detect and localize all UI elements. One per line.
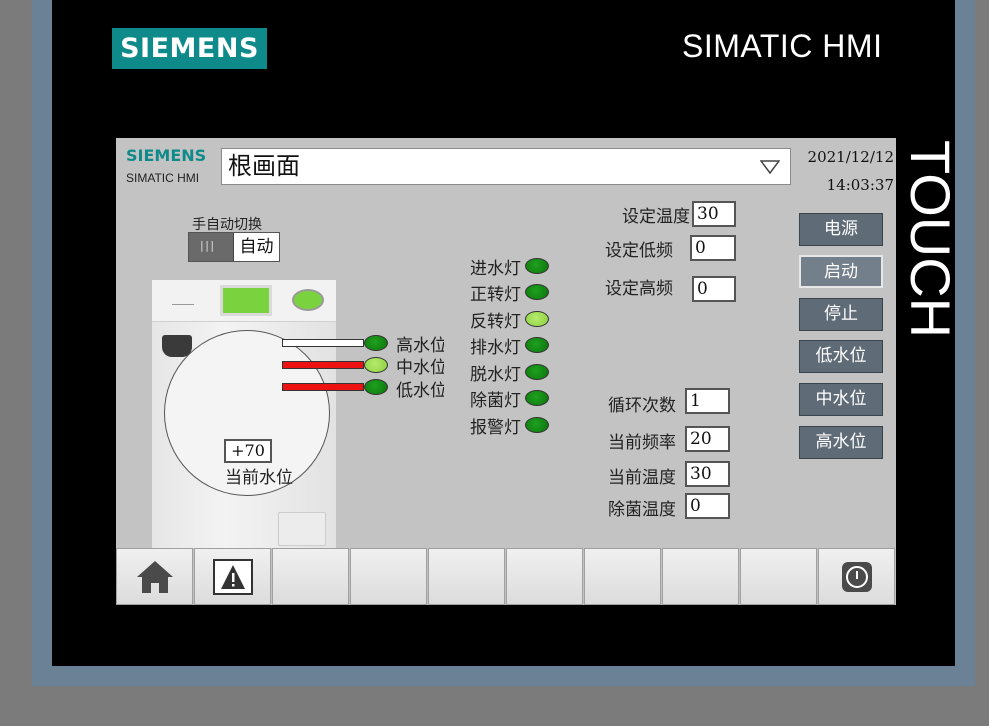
label-low-level: 低水位 [396,381,444,401]
setting-label-low-freq: 设定低频 [605,241,673,261]
led-high-level [364,335,388,351]
setting-label-high-freq: 设定高频 [605,279,673,299]
washer-display [220,285,272,316]
function-key-3[interactable] [272,548,349,605]
screen-logo-sub: SIMATIC HMI [126,171,200,185]
power-button[interactable]: 电源 [799,213,883,246]
home-button[interactable] [116,548,193,605]
datetime: 2021/12/12 14:03:37 [808,143,894,199]
date-text: 2021/12/12 [807,148,894,166]
screen-logo: SIEMENS [126,146,207,165]
status-label-inlet: 进水灯 [470,259,521,279]
water-level-label: 当前水位 [225,468,293,488]
washer-control-panel [152,280,336,322]
readout-label-temp: 当前温度 [608,468,676,488]
status-label-sterilize: 除菌灯 [470,391,521,411]
led-forward [525,284,549,300]
led-alarm [525,417,549,433]
touch-label: TOUCH [899,140,962,339]
time-text: 14:03:37 [826,176,894,194]
readout-freq: 20 [685,426,730,452]
function-key-bar [116,548,896,605]
power-icon [841,561,872,592]
stop-button[interactable]: 停止 [799,298,883,331]
status-label-drain: 排水灯 [470,338,521,358]
hmi-screen: SIEMENS SIMATIC HMI 根画面 2021/12/12 14:03… [116,138,896,605]
water-level-value: +70 [224,439,272,463]
function-key-6[interactable] [506,548,583,605]
setting-high-freq-input[interactable]: 0 [692,276,736,302]
function-key-9[interactable] [740,548,817,605]
mode-switch[interactable]: 自动 [188,232,280,262]
status-label-spin: 脱水灯 [470,365,521,385]
washer-filter-door [278,512,326,546]
washer-illustration: 当前水位 [152,280,336,548]
setting-temp-input[interactable]: 30 [692,201,736,227]
level-bar-mid [282,361,364,369]
siemens-logo: SIEMENS [112,28,267,69]
led-inlet [525,258,549,274]
led-low-level [364,379,388,395]
readout-label-freq: 当前频率 [608,433,676,453]
setting-low-freq-input[interactable]: 0 [690,235,736,261]
high-level-button[interactable]: 高水位 [799,426,883,459]
readout-cycles: 1 [685,388,730,414]
function-key-7[interactable] [584,548,661,605]
mode-switch-label: 手自动切换 [192,217,262,233]
readout-label-sterilize-temp: 除菌温度 [608,500,676,520]
led-reverse [525,311,549,327]
function-key-4[interactable] [350,548,427,605]
readout-label-cycles: 循环次数 [608,396,676,416]
led-sterilize [525,390,549,406]
switch-state-text: 自动 [239,237,274,257]
level-bar-low [282,383,364,391]
function-key-5[interactable] [428,548,505,605]
alarm-view-button[interactable] [194,548,271,605]
switch-knob[interactable] [189,233,234,261]
washer-line [172,304,194,305]
led-spin [525,364,549,380]
mid-level-button[interactable]: 中水位 [799,383,883,416]
chevron-down-icon [760,160,780,174]
level-bar-high [282,339,364,347]
function-key-8[interactable] [662,548,739,605]
status-label-alarm: 报警灯 [470,418,521,438]
screen-selector[interactable]: 根画面 [221,148,791,185]
low-level-button[interactable]: 低水位 [799,340,883,373]
washer-door: 当前水位 [164,330,330,496]
led-mid-level [364,357,388,373]
washer-knob [292,289,324,311]
shutdown-button[interactable] [818,548,895,605]
led-drain [525,337,549,353]
status-label-reverse: 反转灯 [470,312,521,332]
alarm-icon [212,558,253,595]
start-button[interactable]: 启动 [799,255,883,288]
label-mid-level: 中水位 [396,358,444,378]
readout-temp: 30 [685,461,730,487]
model-title: SIMATIC HMI [682,28,883,64]
status-label-forward: 正转灯 [470,285,521,305]
readout-sterilize-temp: 0 [685,493,730,519]
setting-label-temp: 设定温度 [622,207,690,227]
screen-name: 根画面 [228,152,300,180]
home-icon [136,560,173,593]
